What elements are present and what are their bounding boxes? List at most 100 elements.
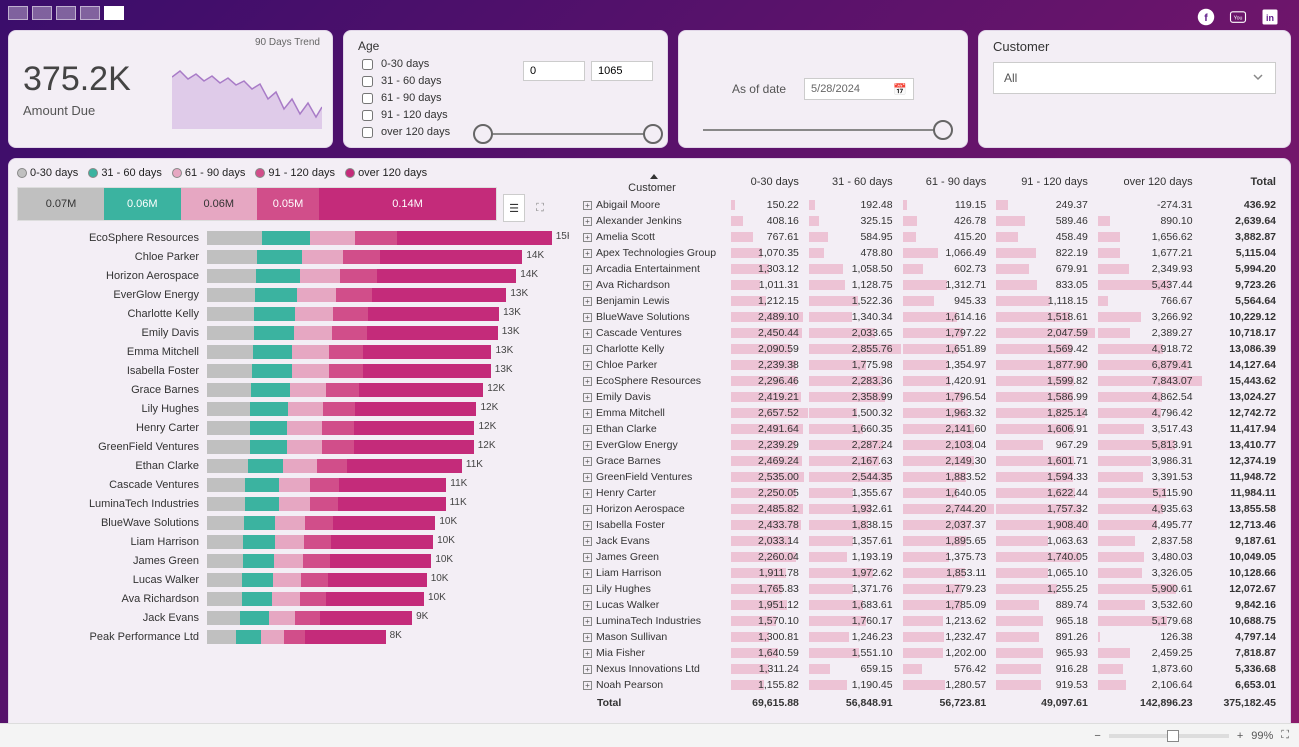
customer-cell[interactable]: +EverGlow Energy [577,437,727,453]
table-row[interactable]: +Grace Barnes2,469.242,167.632,149.301,6… [577,453,1282,469]
age-slider[interactable] [483,133,653,135]
age-checkbox[interactable] [362,110,373,121]
stack-segment[interactable]: 0.06M [181,188,257,220]
expand-icon[interactable]: + [583,297,592,306]
bar-row[interactable]: Liam Harrison10K [17,533,553,551]
customer-cell[interactable]: +Alexander Jenkins [577,213,727,229]
legend-item[interactable]: 31 - 60 days [88,167,162,179]
stack-segment[interactable]: 0.07M [18,188,104,220]
bar-row[interactable]: Ava Richardson10K [17,590,553,608]
customer-cell[interactable]: +Mason Sullivan [577,629,727,645]
bar-row[interactable]: Jack Evans9K [17,609,553,627]
table-row[interactable]: +Apex Technologies Group1,070.35478.801,… [577,245,1282,261]
customer-cell[interactable]: +Mia Fisher [577,645,727,661]
expand-icon[interactable]: + [583,569,592,578]
win-btn[interactable] [80,6,100,20]
expand-icon[interactable]: + [583,233,592,242]
linkedin-icon[interactable]: in [1259,6,1281,28]
table-row[interactable]: +Mia Fisher1,640.591,551.101,202.00965.9… [577,645,1282,661]
age-option[interactable]: 61 - 90 days [358,90,653,107]
customer-cell[interactable]: +EcoSphere Resources [577,373,727,389]
expand-icon[interactable]: + [583,377,592,386]
col-header[interactable]: 31 - 60 days [805,167,899,197]
stacked-total-bar[interactable]: 0.07M0.06M0.06M0.05M0.14M [17,187,497,221]
legend-item[interactable]: 91 - 120 days [255,167,335,179]
bar-row[interactable]: Lucas Walker10K [17,571,553,589]
customer-cell[interactable]: +Ava Richardson [577,277,727,293]
bar-row[interactable]: James Green10K [17,552,553,570]
expand-icon[interactable]: + [583,345,592,354]
expand-icon[interactable]: + [583,521,592,530]
table-row[interactable]: +Ava Richardson1,011.311,128.751,312.718… [577,277,1282,293]
customer-cell[interactable]: +Cascade Ventures [577,325,727,341]
table-row[interactable]: +Alexander Jenkins408.16325.15426.78589.… [577,213,1282,229]
table-row[interactable]: +EverGlow Energy2,239.292,287.242,103.04… [577,437,1282,453]
stack-segment[interactable]: 0.05M [257,188,319,220]
age-checkbox[interactable] [362,76,373,87]
zoom-in-button[interactable]: + [1237,730,1243,742]
customer-cell[interactable]: +Charlotte Kelly [577,341,727,357]
age-max-input[interactable] [591,61,653,81]
table-row[interactable]: +Horizon Aerospace2,485.821,932.612,744.… [577,501,1282,517]
table-row[interactable]: +Benjamin Lewis1,212.151,522.36945.331,1… [577,293,1282,309]
customer-cell[interactable]: +Lucas Walker [577,597,727,613]
table-row[interactable]: +Lily Hughes1,765.831,371.761,779.231,25… [577,581,1282,597]
expand-icon[interactable]: + [583,361,592,370]
table-row[interactable]: +EcoSphere Resources2,296.462,283.361,42… [577,373,1282,389]
expand-icon[interactable]: + [583,505,592,514]
customer-cell[interactable]: +Noah Pearson [577,677,727,693]
customer-cell[interactable]: +Arcadia Entertainment [577,261,727,277]
customer-cell[interactable]: +Lily Hughes [577,581,727,597]
expand-icon[interactable]: + [583,217,592,226]
customer-cell[interactable]: +Nexus Innovations Ltd [577,661,727,677]
expand-icon[interactable]: + [583,409,592,418]
expand-icon[interactable]: + [583,457,592,466]
customer-cell[interactable]: +Ethan Clarke [577,421,727,437]
expand-icon[interactable]: + [583,201,592,210]
customer-select[interactable]: All [993,62,1276,94]
customer-cell[interactable]: +Chloe Parker [577,357,727,373]
stack-segment[interactable]: 0.14M [319,188,496,220]
legend-item[interactable]: 61 - 90 days [172,167,246,179]
table-row[interactable]: +Nexus Innovations Ltd1,311.24659.15576.… [577,661,1282,677]
zoom-slider[interactable] [1109,734,1229,738]
expand-icon[interactable]: + [583,633,592,642]
win-btn[interactable] [104,6,124,20]
table-row[interactable]: +Chloe Parker2,239.381,775.981,354.971,8… [577,357,1282,373]
customer-cell[interactable]: +LuminaTech Industries [577,613,727,629]
bar-row[interactable]: Chloe Parker14K [17,248,553,266]
table-row[interactable]: +Lucas Walker1,951.121,683.611,785.09889… [577,597,1282,613]
customer-cell[interactable]: +Jack Evans [577,533,727,549]
expand-icon[interactable]: + [583,537,592,546]
bar-row[interactable]: EcoSphere Resources15K [17,229,553,247]
bar-row[interactable]: Charlotte Kelly13K [17,305,553,323]
table-row[interactable]: +Jack Evans2,033.141,357.611,895.651,063… [577,533,1282,549]
bar-row[interactable]: Cascade Ventures11K [17,476,553,494]
bar-row[interactable]: Peak Performance Ltd8K [17,628,553,646]
legend-item[interactable]: 0-30 days [17,167,78,179]
youtube-icon[interactable]: You [1227,6,1249,28]
expand-icon[interactable]: + [583,553,592,562]
asof-slider[interactable] [703,129,943,131]
customer-cell[interactable]: +GreenField Ventures [577,469,727,485]
customer-cell[interactable]: +Emily Davis [577,389,727,405]
legend-item[interactable]: over 120 days [345,167,427,179]
expand-icon[interactable]: + [583,249,592,258]
age-checkbox[interactable] [362,93,373,104]
col-header[interactable]: 91 - 120 days [992,167,1094,197]
fit-icon[interactable]: ⛶ [1281,729,1289,742]
expand-icon[interactable]: + [583,601,592,610]
customer-cell[interactable]: +Isabella Foster [577,517,727,533]
table-row[interactable]: +Mason Sullivan1,300.811,246.231,232.478… [577,629,1282,645]
expand-icon[interactable]: + [583,473,592,482]
zoom-out-button[interactable]: − [1094,730,1100,742]
expand-icon[interactable]: + [583,489,592,498]
age-checkbox[interactable] [362,59,373,70]
age-min-input[interactable] [523,61,585,81]
bar-row[interactable]: Isabella Foster13K [17,362,553,380]
filter-icon[interactable]: ☰ [503,194,525,222]
bar-row[interactable]: Ethan Clarke11K [17,457,553,475]
bar-row[interactable]: Horizon Aerospace14K [17,267,553,285]
customer-cell[interactable]: +Abigail Moore [577,197,727,213]
expand-icon[interactable]: + [583,329,592,338]
